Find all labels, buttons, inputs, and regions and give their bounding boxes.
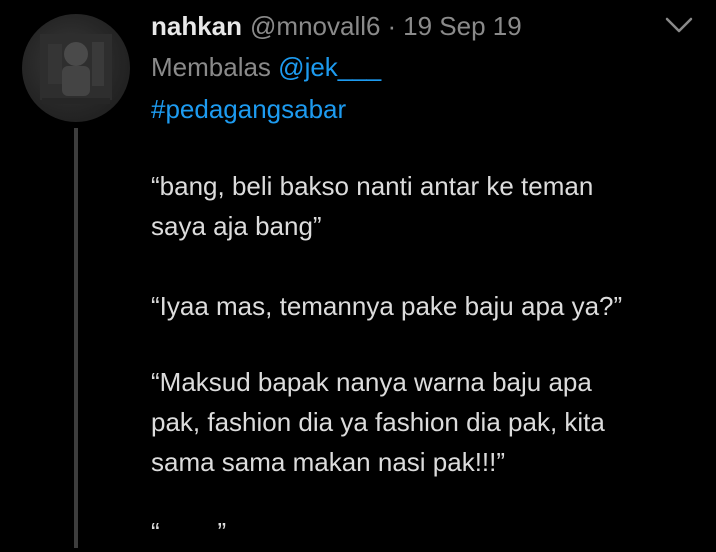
user-handle[interactable]: @mnovall6: [250, 6, 380, 46]
tweet-text-line: saya aja bang”: [151, 211, 322, 241]
tweet-text-line: “Maksud bapak nanya warna baju apa: [151, 367, 592, 397]
user-avatar-image: [40, 34, 112, 104]
tweet-paragraph: “Maksud bapak nanya warna baju apa pak, …: [151, 362, 696, 482]
reply-to-link[interactable]: @jek___: [278, 52, 381, 82]
hashtag-link[interactable]: #pedagangsabar: [151, 90, 346, 128]
tweet-paragraph: “Iyaa mas, temannya pake baju apa ya?”: [151, 286, 696, 326]
tweet-date[interactable]: 19 Sep 19: [403, 6, 522, 46]
avatar[interactable]: [22, 14, 130, 122]
tweet-text-line: pak, fashion dia ya fashion dia pak, kit…: [151, 407, 605, 437]
reply-context: Membalas @jek___: [151, 48, 381, 86]
tweet-header: nahkan @mnovall6 · 19 Sep 19: [151, 6, 522, 46]
tweet-text-line: “Iyaa mas, temannya pake baju apa ya?”: [151, 291, 623, 321]
reply-prefix: Membalas: [151, 52, 271, 82]
tweet-paragraph: “bang, beli bakso nanti antar ke teman s…: [151, 166, 696, 246]
tweet-paragraph: “ ”: [151, 512, 696, 552]
tweet-text-line: “bang, beli bakso nanti antar ke teman: [151, 171, 594, 201]
tweet-text-line: “ ”: [151, 517, 227, 547]
tweet-text-line: sama sama makan nasi pak!!!”: [151, 447, 506, 477]
separator-dot: ·: [387, 11, 397, 41]
thread-line: [74, 128, 78, 548]
tweet[interactable]: nahkan @mnovall6 · 19 Sep 19 Membalas @j…: [0, 0, 716, 548]
display-name[interactable]: nahkan: [151, 6, 242, 46]
chevron-down-icon[interactable]: [664, 14, 694, 36]
